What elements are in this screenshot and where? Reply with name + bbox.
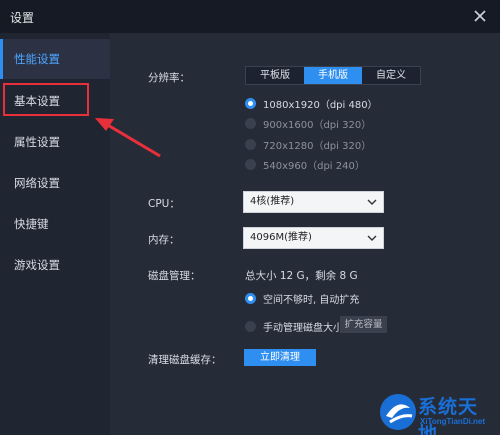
memory-label: 内存： <box>148 234 180 246</box>
sidebar-item-performance[interactable]: 性能设置 <box>0 39 110 79</box>
sidebar-item-label: 网络设置 <box>14 176 60 190</box>
watermark-site: XiTongTianDi.net <box>420 417 486 426</box>
disk-label: 磁盘管理： <box>148 270 201 282</box>
resolution-option-900[interactable]: 900x1600（dpi 320） <box>245 116 371 131</box>
cpu-value: 4核(推荐) <box>250 196 295 207</box>
option-label: 540x960（dpi 240） <box>263 161 365 172</box>
radio-icon <box>245 139 256 150</box>
sidebar-item-label: 属性设置 <box>14 135 60 149</box>
sidebar-item-network[interactable]: 网络设置 <box>0 163 110 203</box>
disk-option-auto[interactable]: 空间不够时, 自动扩充 <box>245 291 359 306</box>
radio-selected-icon <box>245 98 256 109</box>
title-bar: 设置 <box>0 0 500 33</box>
sidebar-item-label: 快捷键 <box>14 217 49 231</box>
cpu-label: CPU： <box>148 198 180 210</box>
option-label: 1080x1920（dpi 480） <box>263 100 378 111</box>
tab-custom[interactable]: 自定义 <box>362 67 420 84</box>
radio-icon <box>245 321 256 332</box>
chevron-down-icon <box>367 199 377 205</box>
radio-icon <box>245 159 256 170</box>
cpu-select[interactable]: 4核(推荐) <box>243 191 384 213</box>
memory-select[interactable]: 4096M(推荐) <box>243 227 384 249</box>
option-label: 720x1280（dpi 320） <box>263 141 372 152</box>
resolution-label: 分辨率： <box>148 72 190 84</box>
disk-summary: 总大小 12 G，剩余 8 G <box>245 270 358 282</box>
resolution-option-720[interactable]: 720x1280（dpi 320） <box>245 137 371 152</box>
sidebar-item-properties[interactable]: 属性设置 <box>0 122 110 162</box>
resolution-option-540[interactable]: 540x960（dpi 240） <box>245 157 365 172</box>
tab-phone[interactable]: 手机版 <box>304 67 362 84</box>
option-label: 手动管理磁盘大小 <box>263 323 343 334</box>
sidebar-item-label: 游戏设置 <box>14 258 60 272</box>
cache-label: 清理磁盘缓存： <box>148 354 222 366</box>
radio-selected-icon <box>245 293 256 304</box>
window-title: 设置 <box>10 11 35 25</box>
resolution-option-1080[interactable]: 1080x1920（dpi 480） <box>245 96 378 111</box>
memory-value: 4096M(推荐) <box>250 232 312 243</box>
chevron-down-icon <box>367 235 377 241</box>
tab-tablet[interactable]: 平板版 <box>246 67 304 84</box>
close-icon <box>474 10 486 22</box>
clean-now-button[interactable]: 立即清理 <box>244 349 316 366</box>
expand-capacity-button[interactable]: 扩充容量 <box>340 316 387 333</box>
radio-icon <box>245 118 256 129</box>
brand-logo-icon <box>380 394 416 430</box>
watermark-brand: 系统天地 <box>418 396 479 435</box>
sidebar-item-game[interactable]: 游戏设置 <box>0 245 110 285</box>
resolution-tabs: 平板版 手机版 自定义 <box>245 66 421 85</box>
close-button[interactable] <box>470 6 490 26</box>
option-label: 900x1600（dpi 320） <box>263 120 372 131</box>
option-label: 空间不够时, 自动扩充 <box>263 295 360 306</box>
sidebar-item-label: 性能设置 <box>14 52 60 66</box>
highlight-box <box>3 83 89 116</box>
disk-option-manual[interactable]: 手动管理磁盘大小 <box>245 319 343 334</box>
watermark: 系统天地 XiTongTianDi.net <box>378 392 496 435</box>
sidebar-item-shortcuts[interactable]: 快捷键 <box>0 204 110 244</box>
